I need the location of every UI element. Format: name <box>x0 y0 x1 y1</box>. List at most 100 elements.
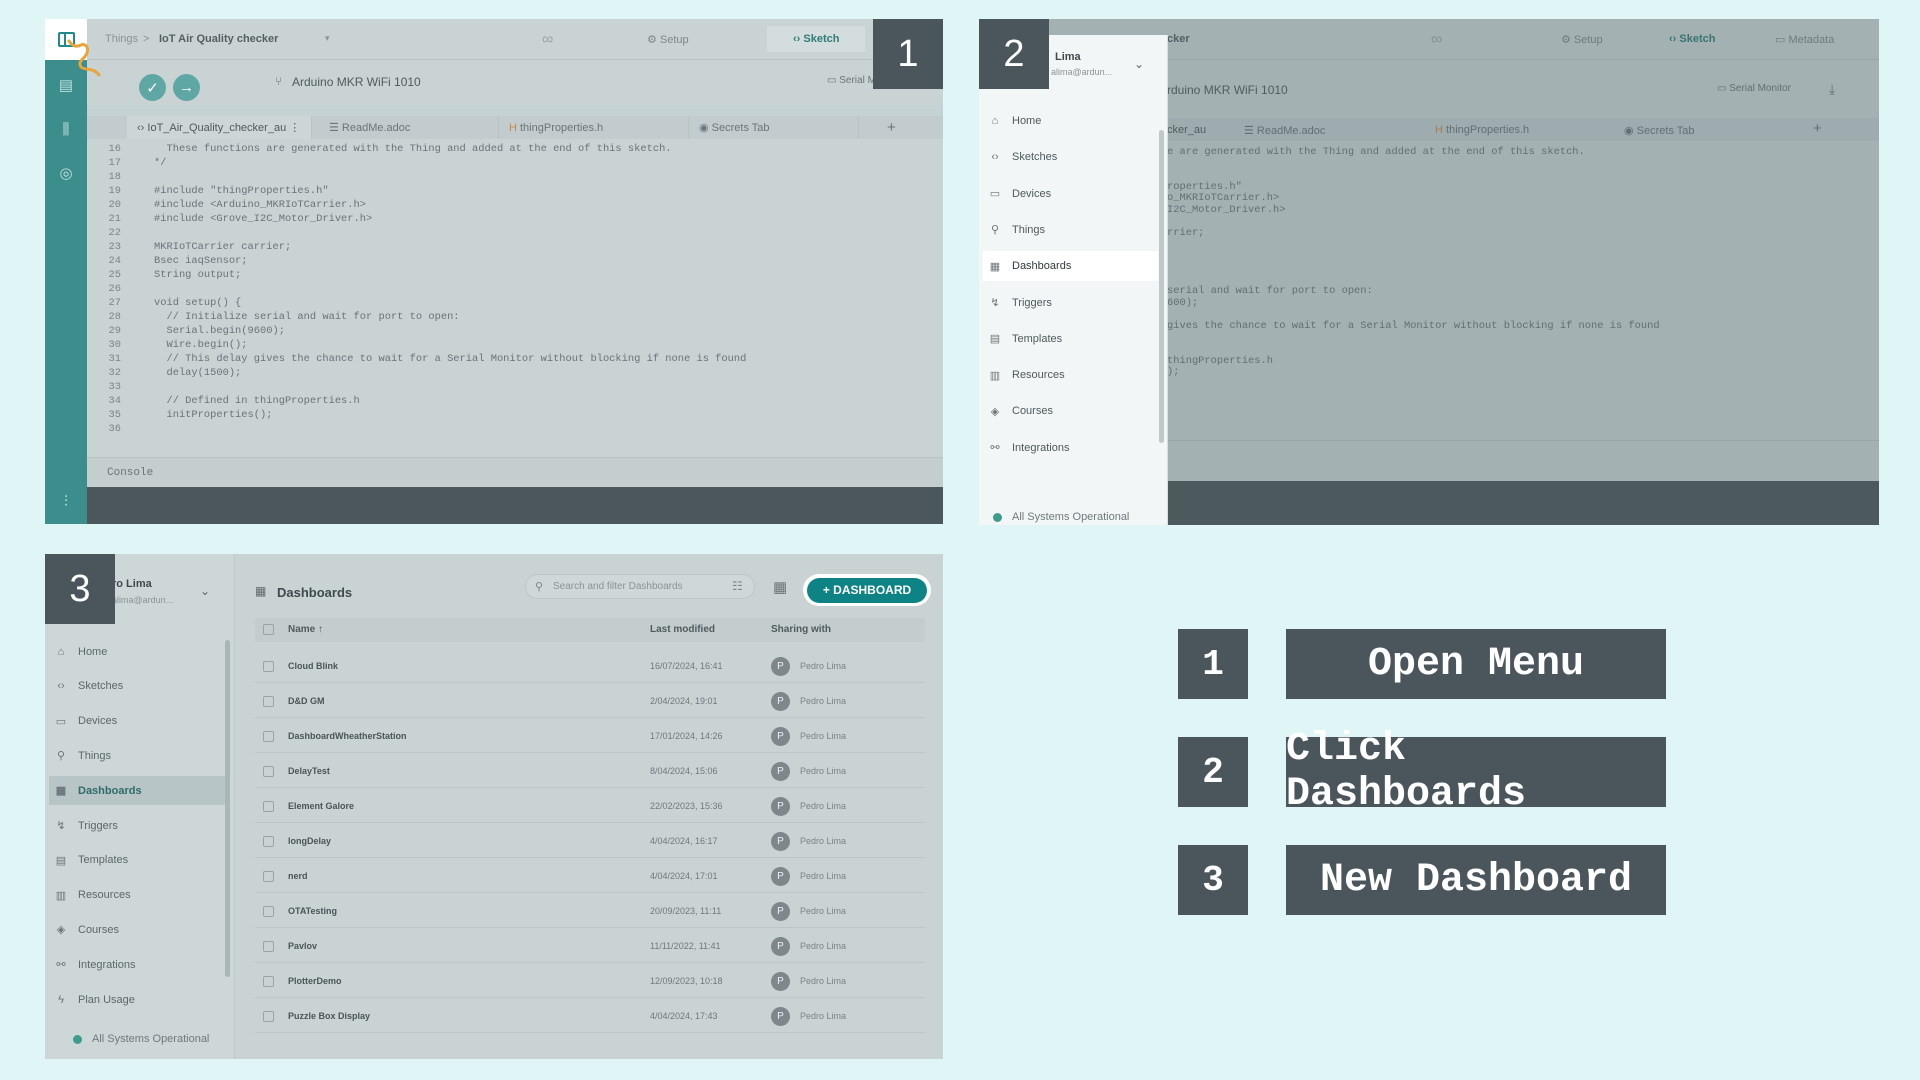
user-name[interactable]: Lima <box>1055 51 1081 63</box>
setup-tab[interactable]: ⚙ Setup <box>647 33 689 46</box>
row-checkbox[interactable] <box>263 1011 274 1022</box>
sidebar-scrollbar[interactable] <box>225 640 230 977</box>
table-row[interactable]: nerd 4/04/2024, 17:01 P Pedro Lima <box>255 858 925 893</box>
system-status[interactable]: All Systems Operational <box>73 1033 209 1045</box>
library-icon[interactable]: ⫼ <box>45 119 87 139</box>
dashboard-name[interactable]: D&D GM <box>288 696 325 706</box>
breadcrumb-things[interactable]: Things <box>105 33 138 45</box>
table-row[interactable]: OTATesting 20/09/2023, 11:11 P Pedro Lima <box>255 893 925 928</box>
upload-button[interactable]: → <box>173 74 200 101</box>
file-tab-readme[interactable]: ☰ ReadMe.adoc <box>1244 124 1325 137</box>
chevron-down-icon[interactable]: ⌄ <box>1134 57 1144 71</box>
file-tab-sketch[interactable]: ‹› IoT_Air_Quality_checker_au ⋮ <box>127 116 312 139</box>
metadata-tab[interactable]: ▭ Metadata <box>1775 33 1834 46</box>
table-row[interactable]: D&D GM 2/04/2024, 19:01 P Pedro Lima <box>255 683 925 718</box>
row-checkbox[interactable] <box>263 906 274 917</box>
sketch-tab[interactable]: ‹› Sketch <box>767 26 866 52</box>
board-name[interactable]: Arduino MKR WiFi 1010 <box>292 75 421 89</box>
column-last-modified[interactable]: Last modified <box>650 624 715 635</box>
dashboard-name[interactable]: Element Galore <box>288 801 354 811</box>
file-tab-readme[interactable]: ☰ ReadMe.adoc <box>319 116 499 139</box>
sidebar-item-integrations[interactable]: ⚯ Integrations <box>983 433 1158 463</box>
sidebar-item-things[interactable]: ⚲ Things <box>983 215 1158 245</box>
sidebar-item-dashboards[interactable]: ▦ Dashboards <box>983 251 1158 282</box>
chevron-down-icon[interactable]: ▾ <box>325 33 330 44</box>
column-name[interactable]: Name ↑ <box>288 624 323 635</box>
menu-scrollbar[interactable] <box>1159 130 1164 443</box>
new-dashboard-button[interactable]: + DASHBOARD <box>803 574 931 606</box>
sketch-tab[interactable]: ‹› Sketch <box>1669 33 1715 45</box>
table-row[interactable]: longDelay 4/04/2024, 16:17 P Pedro Lima <box>255 823 925 858</box>
file-tab-thingproperties[interactable]: H thingProperties.h <box>1435 124 1529 136</box>
add-tab-button[interactable]: + <box>1813 120 1822 137</box>
sidebar-item-devices[interactable]: ▭ Devices <box>49 707 227 736</box>
file-tab-secrets[interactable]: ◉ Secrets Tab <box>689 116 859 139</box>
sidebar-item-courses[interactable]: ◈ Courses <box>983 396 1158 426</box>
row-checkbox[interactable] <box>263 801 274 812</box>
row-checkbox[interactable] <box>263 871 274 882</box>
dashboard-name[interactable]: Puzzle Box Display <box>288 1011 370 1021</box>
sidebar-item-home[interactable]: ⌂ Home <box>983 106 1158 136</box>
sidebar-item-sketches[interactable]: ‹› Sketches <box>49 672 227 701</box>
download-icon[interactable]: ⤓ <box>1829 81 1835 98</box>
sidebar-item-things[interactable]: ⚲ Things <box>49 741 227 770</box>
sidebar-item-triggers[interactable]: ↯ Triggers <box>49 811 227 840</box>
dashboard-name[interactable]: DashboardWheatherStation <box>288 731 407 741</box>
code-editor[interactable]: 16 These functions are generated with th… <box>87 139 943 457</box>
settings-sliders-icon[interactable]: ⫶ <box>45 491 87 511</box>
table-row[interactable]: Element Galore 22/02/2023, 15:36 P Pedro Li… <box>255 788 925 823</box>
add-tab-button[interactable]: + <box>887 119 896 136</box>
breadcrumb-thing-title[interactable]: IoT Air Quality checker <box>159 33 278 45</box>
dashboard-name[interactable]: longDelay <box>288 836 331 846</box>
sidebar-item-templates[interactable]: ▤ Templates <box>49 846 227 875</box>
sidebar-item-integrations[interactable]: ⚯ Integrations <box>49 950 227 979</box>
table-row[interactable]: Puzzle Box Display 4/04/2024, 17:43 P Pedro… <box>255 998 925 1033</box>
sidebar-item-templates[interactable]: ▤ Templates <box>983 324 1158 354</box>
row-checkbox[interactable] <box>263 766 274 777</box>
dashboard-name[interactable]: OTATesting <box>288 906 337 916</box>
search-bar[interactable]: ⚲ Search and filter Dashboards ☷ <box>525 574 755 599</box>
chevron-down-icon[interactable]: ⌄ <box>200 584 210 598</box>
table-row[interactable]: Pavlov 11/11/2022, 11:41 P Pedro Lima <box>255 928 925 963</box>
table-row[interactable]: Cloud Blink 16/07/2024, 16:41 P Pedro Lima <box>255 648 925 683</box>
sidebar-item-resources[interactable]: ▥ Resources <box>983 360 1158 390</box>
file-tab-sketch[interactable]: cker_au <box>1167 124 1206 136</box>
row-checkbox[interactable] <box>263 941 274 952</box>
dashboard-name[interactable]: nerd <box>288 871 308 881</box>
filter-icon[interactable]: ☷ <box>732 579 743 593</box>
table-row[interactable]: DashboardWheatherStation 17/01/2024, 14:2… <box>255 718 925 753</box>
sidebar-item-devices[interactable]: ▭ Devices <box>983 179 1158 209</box>
row-checkbox[interactable] <box>263 836 274 847</box>
dashboard-name[interactable]: Pavlov <box>288 941 317 951</box>
sidebar-item-plan-usage[interactable]: ϟ Plan Usage <box>49 985 227 1014</box>
sidebar-item-resources[interactable]: ▥ Resources <box>49 881 227 910</box>
row-checkbox[interactable] <box>263 731 274 742</box>
dashboard-name[interactable]: PlotterDemo <box>288 976 342 986</box>
compass-icon[interactable]: ◎ <box>45 163 87 183</box>
row-checkbox[interactable] <box>263 661 274 672</box>
search-input[interactable]: Search and filter Dashboards <box>553 581 683 592</box>
table-row[interactable]: PlotterDemo 12/09/2023, 10:18 P Pedro Lima <box>255 963 925 998</box>
sidebar-item-courses[interactable]: ◈ Courses <box>49 915 227 944</box>
grid-view-icon[interactable]: ▦ <box>773 578 787 596</box>
system-status[interactable]: All Systems Operational <box>993 511 1129 523</box>
sidebar-item-home[interactable]: ⌂ Home <box>49 637 227 666</box>
dashboard-name[interactable]: Cloud Blink <box>288 661 338 671</box>
file-tab-secrets[interactable]: ◉ Secrets Tab <box>1624 124 1695 137</box>
code-editor[interactable]: e are generated with the Thing and added… <box>1167 145 1867 378</box>
sidebar-item-dashboards[interactable]: ▦ Dashboards <box>49 776 227 806</box>
row-checkbox[interactable] <box>263 696 274 707</box>
sidebar-item-sketches[interactable]: ‹› Sketches <box>983 142 1158 172</box>
verify-button[interactable]: ✓ <box>139 74 166 101</box>
file-tab-thingproperties[interactable]: H thingProperties.h <box>499 116 689 139</box>
column-sharing[interactable]: Sharing with <box>771 624 831 635</box>
serial-monitor-button[interactable]: ▭ Serial Monitor <box>1717 83 1791 94</box>
user-name[interactable]: ro Lima <box>112 578 152 590</box>
console-panel[interactable]: Console <box>87 457 943 487</box>
select-all-checkbox[interactable] <box>263 624 274 635</box>
setup-tab[interactable]: ⚙ Setup <box>1561 33 1603 46</box>
dashboard-name[interactable]: DelayTest <box>288 766 330 776</box>
table-row[interactable]: DelayTest 8/04/2024, 15:06 P Pedro Lima <box>255 753 925 788</box>
row-checkbox[interactable] <box>263 976 274 987</box>
sidebar-item-triggers[interactable]: ↯ Triggers <box>983 288 1158 318</box>
